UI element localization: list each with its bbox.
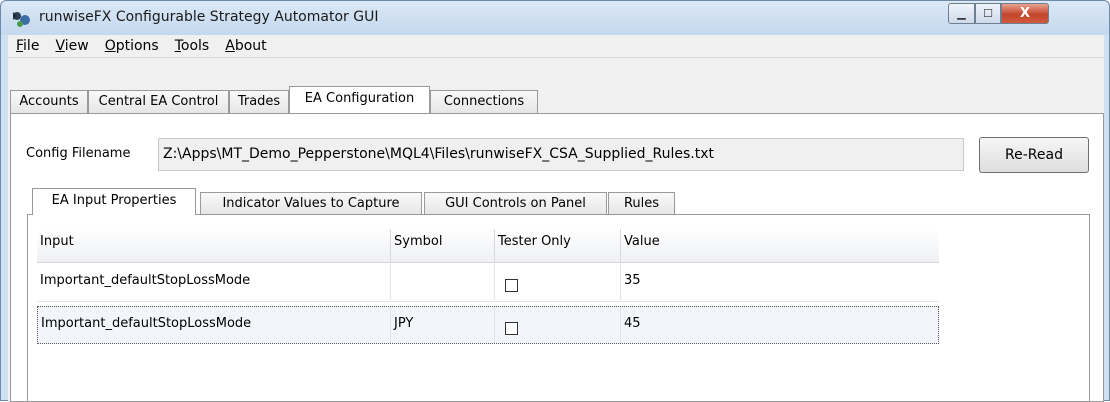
menu-view[interactable]: View <box>47 35 96 57</box>
cell-input[interactable]: Important_defaultStopLossMode <box>37 264 391 300</box>
column-header-value[interactable]: Value <box>621 229 939 262</box>
close-icon: X <box>1019 6 1031 21</box>
tab-connections[interactable]: Connections <box>430 90 538 113</box>
menu-bar: File View Options Tools About <box>8 35 1104 58</box>
tab-ea-input-properties[interactable]: EA Input Properties <box>32 188 196 215</box>
maximize-button[interactable]: ☐ <box>975 3 1001 24</box>
cell-value[interactable]: 45 <box>621 307 938 343</box>
menu-file[interactable]: File <box>8 35 47 57</box>
cell-input[interactable]: Important_defaultStopLossMode <box>38 307 391 343</box>
column-header-input[interactable]: Input <box>37 229 391 262</box>
tab-ea-configuration[interactable]: EA Configuration <box>289 86 430 113</box>
window-title: runwiseFX Configurable Strategy Automato… <box>39 9 379 25</box>
column-header-symbol[interactable]: Symbol <box>391 229 495 262</box>
tab-trades[interactable]: Trades <box>229 90 289 113</box>
title-bar[interactable]: runwiseFX Configurable Strategy Automato… <box>1 1 1109 35</box>
config-filename-field[interactable]: Z:\Apps\MT_Demo_Pepperstone\MQL4\Files\r… <box>158 138 964 171</box>
table-row-selected[interactable]: Important_defaultStopLossMode JPY 45 <box>37 306 939 344</box>
reread-button[interactable]: Re-Read <box>979 137 1089 173</box>
app-window: runwiseFX Configurable Strategy Automato… <box>0 0 1110 402</box>
table-row[interactable]: Important_defaultStopLossMode 35 <box>37 264 939 302</box>
menu-options[interactable]: Options <box>97 35 167 57</box>
cell-tester-only <box>495 264 621 300</box>
minimize-button[interactable]: ▁ <box>948 3 975 24</box>
tab-central-ea-control[interactable]: Central EA Control <box>88 90 229 113</box>
config-filename-label: Config Filename <box>26 146 131 161</box>
cell-tester-only <box>495 307 621 343</box>
menu-about[interactable]: About <box>217 35 274 57</box>
cell-symbol[interactable] <box>391 264 495 300</box>
tester-only-checkbox[interactable] <box>505 322 518 335</box>
menu-tools[interactable]: Tools <box>167 35 218 57</box>
grid-header: Input Symbol Tester Only Value <box>37 229 939 263</box>
tab-rules[interactable]: Rules <box>608 192 675 215</box>
column-header-tester-only[interactable]: Tester Only <box>495 229 621 262</box>
close-button[interactable]: X <box>1001 3 1049 24</box>
minimize-icon: ▁ <box>957 7 966 20</box>
cell-symbol[interactable]: JPY <box>391 307 495 343</box>
tab-indicator-values-to-capture[interactable]: Indicator Values to Capture <box>200 192 422 215</box>
app-logo-icon <box>13 12 30 27</box>
tab-gui-controls-on-panel[interactable]: GUI Controls on Panel <box>424 192 607 215</box>
cell-value[interactable]: 35 <box>621 264 939 300</box>
maximize-icon: ☐ <box>983 7 993 20</box>
tab-accounts[interactable]: Accounts <box>10 90 88 113</box>
tester-only-checkbox[interactable] <box>505 279 518 292</box>
